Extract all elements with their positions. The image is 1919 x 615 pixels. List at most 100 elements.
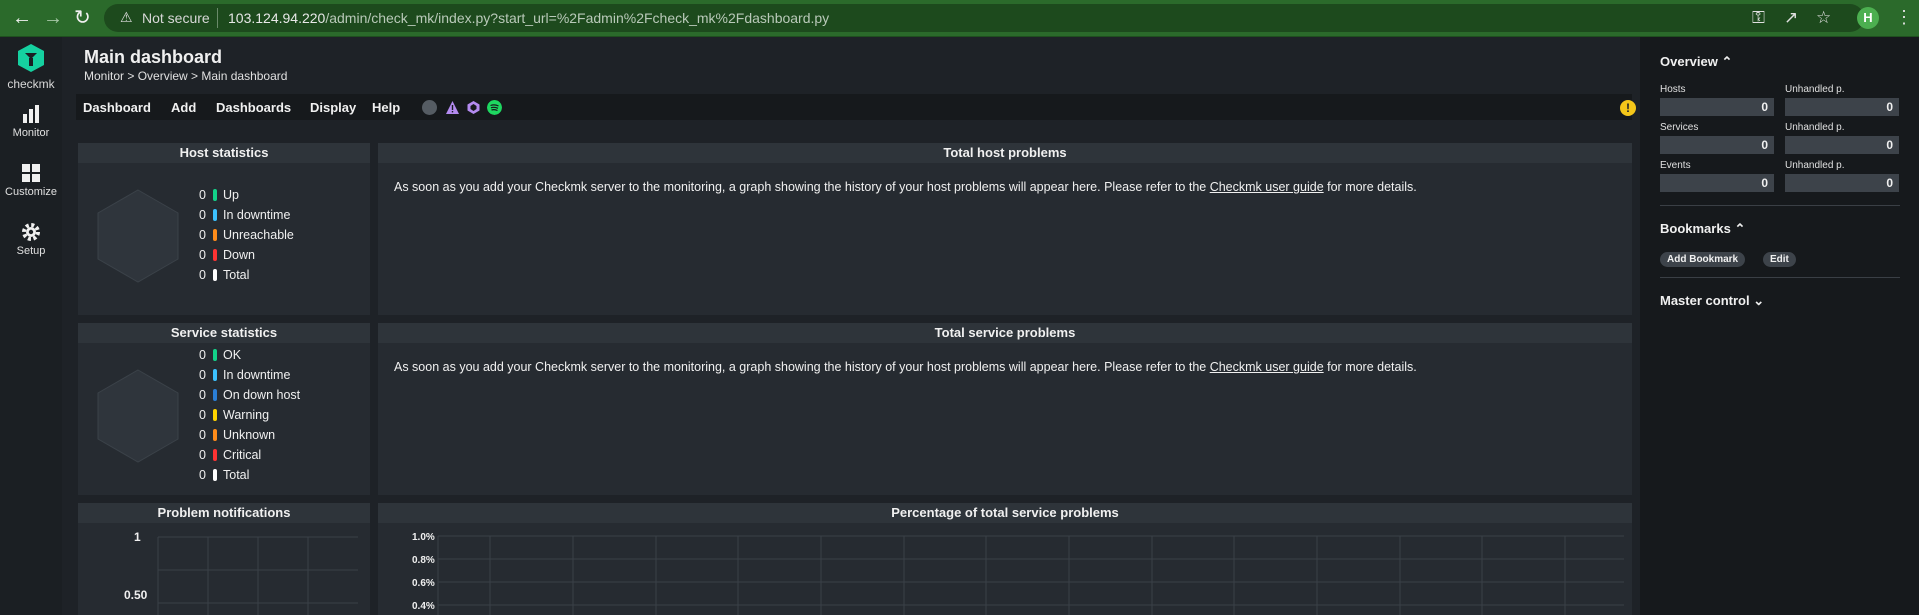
panel-divider — [1660, 277, 1900, 278]
bar-chart-icon — [23, 105, 39, 123]
message-text: for more details. — [1323, 360, 1417, 374]
menu-add[interactable]: Add — [171, 100, 196, 115]
stat-row[interactable]: 0 OK — [188, 347, 358, 363]
stat-row[interactable]: 0 In downtime — [188, 207, 358, 223]
stat-row[interactable]: 0 Total — [188, 467, 358, 483]
dashlet-title: Service statistics — [78, 323, 370, 343]
dashlet-title: Host statistics — [78, 143, 370, 163]
sidebar-item-customize[interactable]: Customize — [0, 162, 62, 198]
service-statistics-dashlet: Service statistics 0 OK 0 In downtime 0 On do… — [78, 323, 370, 495]
user-guide-link[interactable]: Checkmk user guide — [1210, 180, 1324, 194]
stat-count: 0 — [199, 448, 206, 462]
stat-count: 0 — [199, 268, 206, 282]
stat-row[interactable]: 0 On down host — [188, 387, 358, 403]
y-tick-label: 0.8% — [412, 555, 435, 566]
back-arrow-icon[interactable]: ← — [12, 7, 32, 29]
bookmarks-header[interactable]: Bookmarks ⌃ — [1660, 221, 1745, 237]
stat-row[interactable]: 0 Unreachable — [188, 227, 358, 243]
profile-avatar[interactable]: H — [1857, 7, 1879, 29]
message-text: for more details. — [1323, 180, 1417, 194]
stat-count: 0 — [199, 468, 206, 482]
spotify-icon[interactable] — [487, 100, 502, 115]
menu-help[interactable]: Help — [372, 100, 400, 115]
share-icon[interactable]: ↗ — [1784, 8, 1798, 28]
url-text[interactable]: 103.124.94.220/admin/check_mk/index.py?s… — [228, 10, 829, 26]
message-text: As soon as you add your Checkmk server t… — [394, 360, 1210, 374]
key-icon[interactable]: ⚿ — [1752, 8, 1765, 28]
stat-color-bar — [213, 209, 217, 221]
stat-label: OK — [223, 348, 242, 362]
stat-color-bar — [213, 349, 217, 361]
stat-label: In downtime — [223, 368, 291, 382]
reload-icon[interactable]: ↻ — [74, 7, 91, 29]
sidebar-item-label: Monitor — [12, 127, 50, 139]
dashlet-title: Percentage of total service problems — [378, 503, 1632, 523]
hexagon-icon[interactable] — [466, 100, 481, 115]
globe-icon[interactable] — [422, 100, 437, 115]
dashlet-message: As soon as you add your Checkmk server t… — [394, 180, 1417, 194]
master-control-header[interactable]: Master control ⌄ — [1660, 293, 1764, 309]
checkmk-logo-icon[interactable] — [16, 43, 46, 73]
sidebar-item-setup[interactable]: Setup — [0, 221, 62, 257]
panel-divider — [1660, 205, 1900, 206]
stat-count: 0 — [199, 408, 206, 422]
dashlet-title: Problem notifications — [78, 503, 370, 523]
events-count[interactable]: 0 — [1660, 174, 1774, 192]
page-title: Main dashboard — [84, 47, 223, 67]
stat-row[interactable]: 0 Total — [188, 267, 358, 283]
user-guide-link[interactable]: Checkmk user guide — [1210, 360, 1324, 374]
services-label: Services — [1660, 122, 1699, 133]
logo-text: checkmk — [7, 77, 55, 91]
main-content: Main dashboard Monitor > Overview > Main… — [62, 37, 1640, 615]
services-count[interactable]: 0 — [1660, 136, 1774, 154]
stat-row[interactable]: 0 Down — [188, 247, 358, 263]
stat-label: Down — [223, 248, 255, 262]
breadcrumb[interactable]: Monitor > Overview > Main dashboard — [84, 69, 287, 83]
add-bookmark-button[interactable]: Add Bookmark — [1660, 252, 1746, 267]
overview-header[interactable]: Overview ⌃ — [1660, 54, 1732, 70]
stat-row[interactable]: 0 In downtime — [188, 367, 358, 383]
stat-label: Unknown — [223, 428, 276, 442]
chevron-up-icon: ⌃ — [1734, 221, 1746, 236]
url-path: /admin/check_mk/index.py?start_url=%2Fad… — [325, 10, 830, 26]
edit-bookmarks-button[interactable]: Edit — [1763, 252, 1796, 267]
dashlet-title: Total host problems — [378, 143, 1632, 163]
page-menu-bar: Dashboard Add Dashboards Display Help — [76, 94, 1632, 120]
warning-badge-icon[interactable]: ! — [1620, 100, 1636, 116]
events-unhandled-label: Unhandled p. — [1785, 160, 1845, 171]
address-bar[interactable]: ⚠ Not secure 103.124.94.220/admin/check_… — [104, 4, 1864, 32]
menu-display[interactable]: Display — [310, 100, 356, 115]
snapin-sidebar: Overview ⌃ Hosts 0 Unhandled p. 0 Servic… — [1640, 37, 1919, 615]
stat-color-bar — [213, 269, 217, 281]
forward-arrow-icon[interactable]: → — [43, 7, 63, 29]
sidebar-item-label: Customize — [5, 186, 57, 198]
stat-color-bar — [213, 229, 217, 241]
master-control-title: Master control — [1660, 293, 1750, 308]
hosts-count[interactable]: 0 — [1660, 98, 1774, 116]
total-host-problems-dashlet: Total host problems As soon as you add y… — [378, 143, 1632, 315]
alert-triangle-icon[interactable] — [445, 100, 460, 115]
sidebar-item-monitor[interactable]: Monitor — [0, 103, 62, 139]
more-menu-icon[interactable]: ⋮ — [1895, 7, 1913, 28]
stat-row[interactable]: 0 Warning — [188, 407, 358, 423]
stat-label: Unreachable — [223, 228, 294, 242]
stat-row[interactable]: 0 Up — [188, 187, 358, 203]
services-unhandled-count[interactable]: 0 — [1785, 136, 1899, 154]
stat-count: 0 — [199, 368, 206, 382]
hosts-unhandled-count[interactable]: 0 — [1785, 98, 1899, 116]
stat-count: 0 — [199, 388, 206, 402]
stat-row[interactable]: 0 Unknown — [188, 427, 358, 443]
stat-row[interactable]: 0 Critical — [188, 447, 358, 463]
chevron-up-icon: ⌃ — [1721, 54, 1733, 69]
star-icon[interactable]: ☆ — [1816, 8, 1831, 28]
menu-dashboard[interactable]: Dashboard — [83, 100, 151, 115]
stat-color-bar — [213, 249, 217, 261]
menu-dashboards[interactable]: Dashboards — [216, 100, 291, 115]
y-tick-label: 0.6% — [412, 578, 435, 589]
stat-color-bar — [213, 469, 217, 481]
stat-count: 0 — [199, 348, 206, 362]
events-unhandled-count[interactable]: 0 — [1785, 174, 1899, 192]
total-service-problems-dashlet: Total service problems As soon as you ad… — [378, 323, 1632, 495]
host-statistics-dashlet: Host statistics 0 Up 0 In downtime 0 Unreacha… — [78, 143, 370, 315]
stat-color-bar — [213, 389, 217, 401]
